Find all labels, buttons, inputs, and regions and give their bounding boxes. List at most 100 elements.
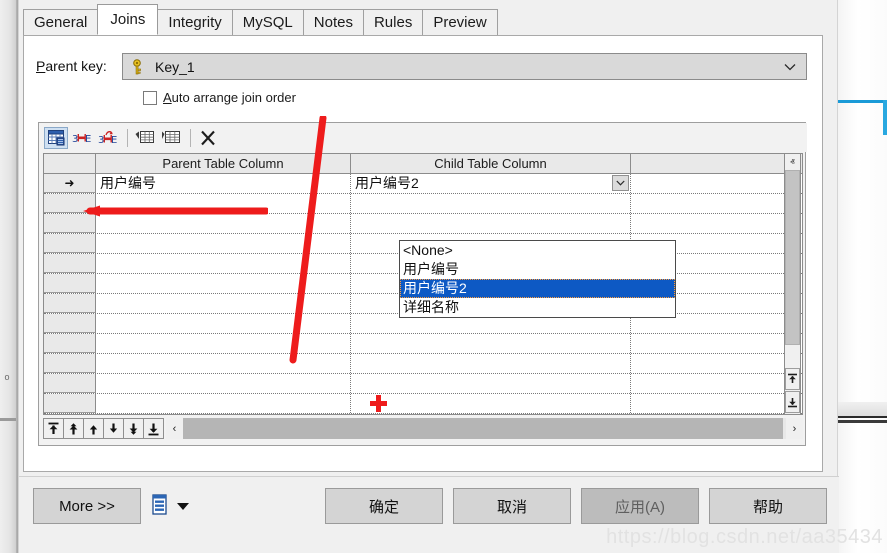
dropdown-item-3[interactable]: 详细名称 xyxy=(400,298,675,317)
tab-general[interactable]: General xyxy=(23,9,98,35)
svg-text:3: 3 xyxy=(98,135,104,146)
cell-child-column[interactable]: 用户编号2 xyxy=(351,174,631,193)
cell-spare[interactable] xyxy=(631,394,756,413)
svg-text:E: E xyxy=(85,134,91,145)
table-row[interactable] xyxy=(44,214,802,234)
horizontal-scroll-thumb[interactable] xyxy=(183,418,783,439)
table-row[interactable] xyxy=(44,354,802,374)
cell-child-column[interactable] xyxy=(351,354,631,373)
cell-spare[interactable] xyxy=(631,174,756,193)
print-icon[interactable] xyxy=(150,494,170,516)
grid-header-spare[interactable] xyxy=(631,154,756,173)
table-row[interactable] xyxy=(44,334,802,354)
nav-last-record[interactable] xyxy=(143,418,164,439)
row-marker xyxy=(44,234,96,253)
grid-horizontal-scrollbar[interactable] xyxy=(183,418,786,439)
dropdown-item-none[interactable]: <None> xyxy=(400,241,675,260)
tab-preview[interactable]: Preview xyxy=(422,9,497,35)
scroll-to-bottom-icon[interactable] xyxy=(785,391,800,413)
row-marker xyxy=(44,274,96,293)
toolbar-separator xyxy=(127,129,128,147)
cell-parent-column[interactable] xyxy=(96,194,351,213)
watermark: https://blog.csdn.net/aa35434 xyxy=(606,526,883,549)
row-marker xyxy=(44,314,96,333)
row-marker xyxy=(44,294,96,313)
auto-arrange-label: Auto arrange join order xyxy=(163,90,296,105)
cell-parent-column[interactable] xyxy=(96,354,351,373)
cell-parent-column[interactable] xyxy=(96,274,351,293)
cell-spare[interactable] xyxy=(631,214,756,233)
ok-button[interactable]: 确定 xyxy=(325,488,443,524)
chevron-down-icon[interactable] xyxy=(783,60,797,74)
cell-parent-column[interactable] xyxy=(96,214,351,233)
cell-parent-column[interactable] xyxy=(96,234,351,253)
cell-parent-column[interactable] xyxy=(96,334,351,353)
dropdown-item-2-selected[interactable]: 用户编号2 xyxy=(400,279,675,298)
parent-key-combobox[interactable]: Key_1 xyxy=(122,53,807,80)
row-marker xyxy=(44,214,96,233)
row-marker xyxy=(44,354,96,373)
table-properties-dialog: General Joins Integrity MySQL Notes Rule… xyxy=(18,0,838,553)
join-link-icon[interactable]: 3 E xyxy=(70,127,94,149)
table-row[interactable] xyxy=(44,194,802,214)
insert-table-left-icon[interactable] xyxy=(133,127,157,149)
cell-parent-column[interactable] xyxy=(96,254,351,273)
scroll-down-arrow-icon[interactable]: ⱟ xyxy=(785,350,800,366)
scroll-up-arrow-icon[interactable]: ⱏ xyxy=(785,154,800,170)
nav-next-page[interactable] xyxy=(123,418,144,439)
nav-next-record[interactable] xyxy=(103,418,124,439)
cell-child-column[interactable] xyxy=(351,334,631,353)
background-left-line xyxy=(0,418,16,421)
table-row[interactable] xyxy=(44,394,802,414)
tab-joins[interactable]: Joins xyxy=(97,4,158,35)
table-row[interactable]: ➜ 用户编号 用户编号2 xyxy=(44,174,802,194)
row-marker xyxy=(44,394,96,413)
cell-parent-column[interactable]: 用户编号 xyxy=(96,174,351,193)
tab-rules[interactable]: Rules xyxy=(363,9,423,35)
tab-integrity[interactable]: Integrity xyxy=(157,9,232,35)
dropdown-item-1[interactable]: 用户编号 xyxy=(400,260,675,279)
scroll-to-top-icon[interactable] xyxy=(785,368,800,390)
tab-notes[interactable]: Notes xyxy=(303,9,364,35)
cell-child-column[interactable] xyxy=(351,214,631,233)
key-icon xyxy=(129,58,147,76)
cell-child-column[interactable] xyxy=(351,374,631,393)
tab-mysql[interactable]: MySQL xyxy=(232,9,304,35)
join-unlink-icon[interactable]: 3 E xyxy=(96,127,120,149)
cell-child-column[interactable] xyxy=(351,394,631,413)
cancel-button[interactable]: 取消 xyxy=(453,488,571,524)
screen: o General Joins Integrity MySQL Notes Ru… xyxy=(0,0,887,553)
grid-vertical-scrollbar[interactable]: ⱏ ⱟ xyxy=(784,153,801,415)
insert-table-right-icon[interactable] xyxy=(159,127,183,149)
triangle-down-icon[interactable] xyxy=(177,503,189,510)
cell-spare[interactable] xyxy=(631,374,756,393)
cell-parent-column[interactable] xyxy=(96,294,351,313)
nav-prev-page[interactable] xyxy=(63,418,84,439)
table-row[interactable] xyxy=(44,374,802,394)
grid-header-parent-table-column[interactable]: Parent Table Column xyxy=(96,154,351,173)
cell-parent-column[interactable] xyxy=(96,374,351,393)
auto-arrange-accel: A xyxy=(163,90,172,105)
cell-child-column[interactable] xyxy=(351,194,631,213)
nav-first-record[interactable] xyxy=(43,418,64,439)
auto-arrange-checkbox[interactable] xyxy=(143,91,157,105)
auto-arrange-join-order-row[interactable]: Auto arrange join order xyxy=(143,90,296,105)
grid-bottom-bar: ‹ › xyxy=(43,417,803,440)
cell-spare[interactable] xyxy=(631,354,756,373)
cell-dropdown-button[interactable] xyxy=(612,175,629,191)
cell-spare[interactable] xyxy=(631,334,756,353)
cell-parent-column[interactable] xyxy=(96,394,351,413)
more-button[interactable]: More >> xyxy=(33,488,141,524)
hscroll-left-arrow-icon[interactable]: ‹ xyxy=(166,418,183,439)
delete-x-icon[interactable] xyxy=(196,127,220,149)
help-button[interactable]: 帮助 xyxy=(709,488,827,524)
parent-key-accel: P xyxy=(36,58,45,74)
cell-parent-column[interactable] xyxy=(96,314,351,333)
vertical-scroll-thumb[interactable] xyxy=(785,170,800,345)
hscroll-right-arrow-icon[interactable]: › xyxy=(786,418,803,439)
child-column-dropdown-list[interactable]: <None> 用户编号 用户编号2 详细名称 xyxy=(399,240,676,318)
nav-prev-record[interactable] xyxy=(83,418,104,439)
cell-spare[interactable] xyxy=(631,194,756,213)
grid-table-icon[interactable] xyxy=(44,127,68,149)
grid-header-child-table-column[interactable]: Child Table Column xyxy=(351,154,631,173)
